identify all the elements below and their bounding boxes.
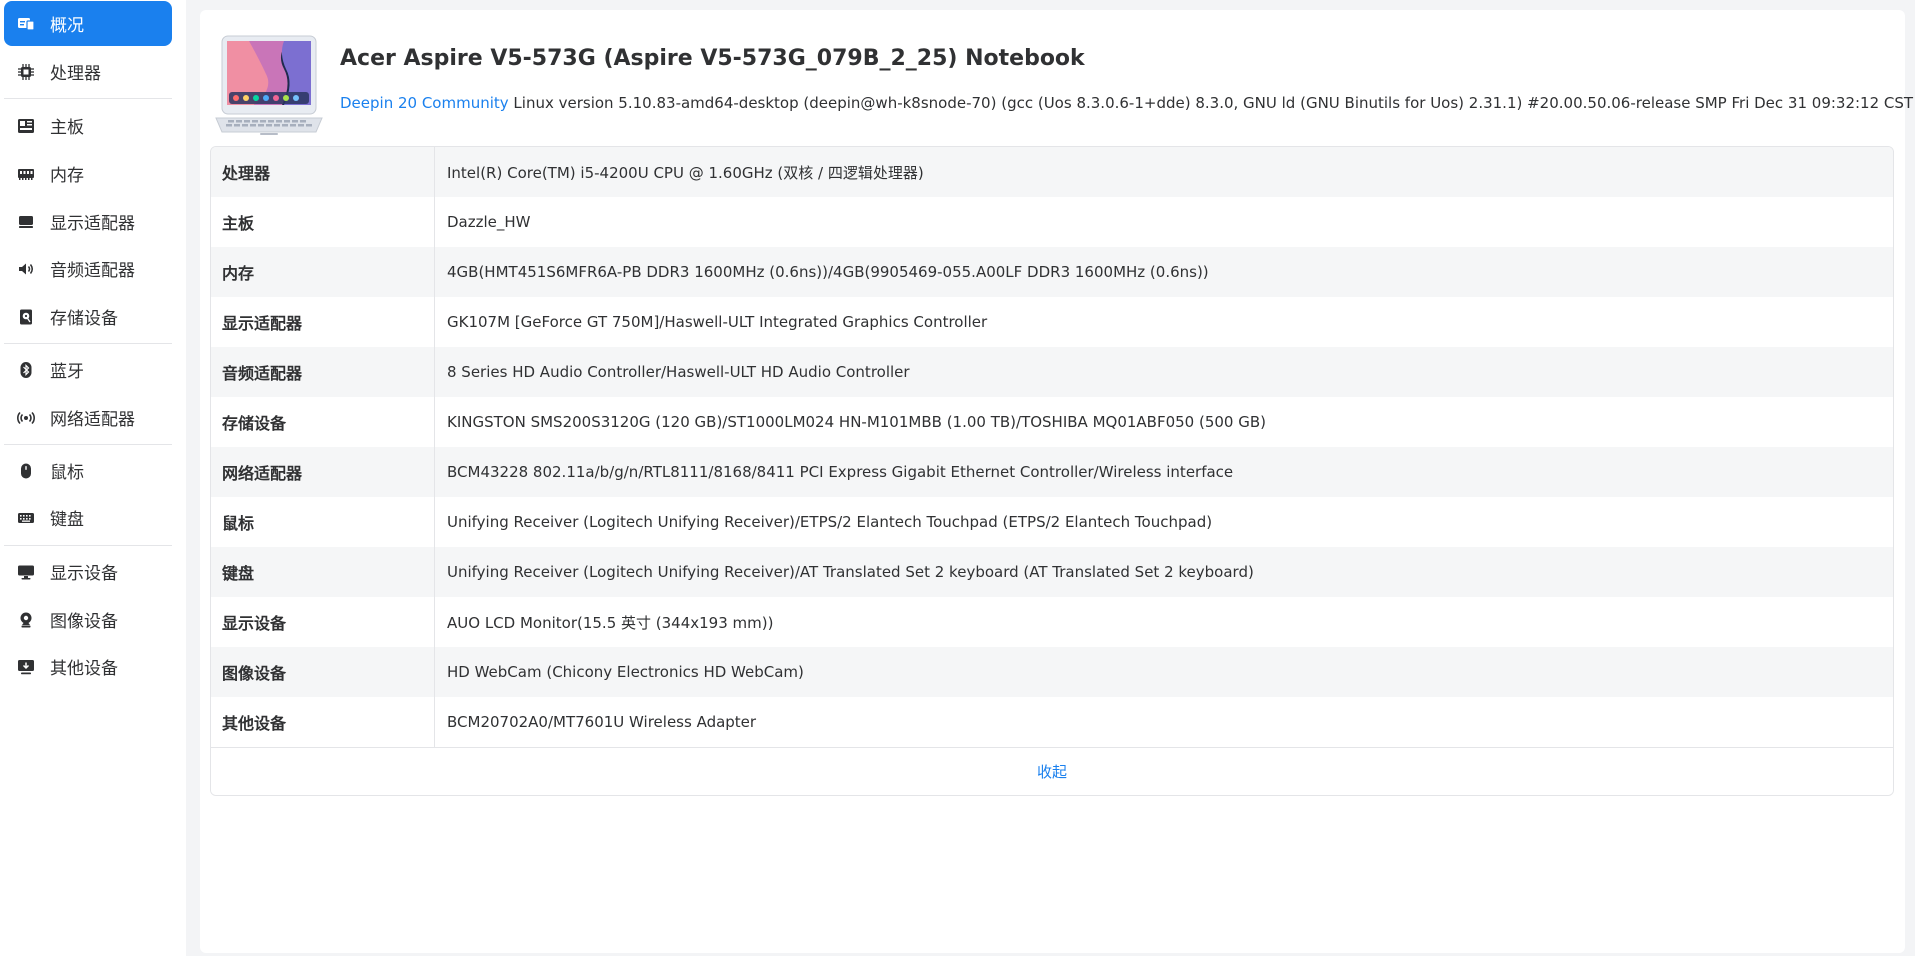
sidebar-item-label: 键盘: [50, 510, 84, 530]
sidebar-item-label: 处理器: [50, 64, 101, 84]
sidebar-item-cpu[interactable]: 处理器: [4, 49, 172, 94]
sidebar-item-label: 存储设备: [50, 309, 118, 329]
row-value: Unifying Receiver (Logitech Unifying Rec…: [447, 513, 1213, 531]
table-row: 鼠标 Unifying Receiver (Logitech Unifying …: [211, 497, 1893, 547]
row-label: 处理器: [211, 147, 435, 197]
sidebar-item-label: 鼠标: [50, 463, 84, 483]
monitor-icon: [16, 562, 36, 582]
row-value: KINGSTON SMS200S3120G (120 GB)/ST1000LM0…: [447, 413, 1267, 431]
table-row: 图像设备 HD WebCam (Chicony Electronics HD W…: [211, 647, 1893, 697]
table-row: 主板 Dazzle_HW: [211, 197, 1893, 247]
row-label: 其他设备: [211, 697, 435, 747]
row-label: 显示适配器: [211, 297, 435, 347]
sidebar-item-mouse[interactable]: 鼠标: [4, 448, 172, 493]
memory-icon: [16, 164, 36, 184]
other-device-icon: [16, 657, 36, 677]
row-label: 音频适配器: [211, 347, 435, 397]
row-value: Unifying Receiver (Logitech Unifying Rec…: [447, 563, 1254, 581]
sidebar-item-label: 主板: [50, 118, 84, 138]
sidebar-divider: [4, 545, 172, 546]
sidebar-item-motherboard[interactable]: 主板: [4, 103, 172, 148]
row-label: 显示设备: [211, 597, 435, 647]
keyboard-icon: [16, 508, 36, 528]
row-label: 存储设备: [211, 397, 435, 447]
sidebar-item-label: 蓝牙: [50, 362, 84, 382]
sidebar-divider: [4, 444, 172, 445]
sidebar-divider: [4, 98, 172, 99]
sidebar-item-label: 内存: [50, 166, 84, 186]
row-label: 键盘: [211, 547, 435, 597]
sidebar-item-imaging[interactable]: 图像设备: [4, 597, 172, 642]
sidebar-item-memory[interactable]: 内存: [4, 151, 172, 196]
cpu-icon: [16, 62, 36, 82]
sidebar: 概况 处理器 主板 内存 显示适配器 音频适配器 存储设备 蓝牙 网络适配器 鼠…: [0, 0, 186, 956]
sidebar-item-network[interactable]: 网络适配器: [4, 395, 172, 440]
os-name-link[interactable]: Deepin 20 Community: [340, 94, 509, 112]
table-row: 存储设备 KINGSTON SMS200S3120G (120 GB)/ST10…: [211, 397, 1893, 447]
row-value: 4GB(HMT451S6MFR6A-PB DDR3 1600MHz (0.6ns…: [447, 263, 1209, 281]
row-label: 内存: [211, 247, 435, 297]
row-value: HD WebCam (Chicony Electronics HD WebCam…: [447, 663, 804, 681]
sidebar-item-label: 音频适配器: [50, 261, 135, 281]
row-label: 图像设备: [211, 647, 435, 697]
network-icon: [16, 408, 36, 428]
row-value: GK107M [GeForce GT 750M]/Haswell-ULT Int…: [447, 313, 988, 331]
table-row: 其他设备 BCM20702A0/MT7601U Wireless Adapter: [211, 697, 1893, 747]
table-row: 音频适配器 8 Series HD Audio Controller/Haswe…: [211, 347, 1893, 397]
bluetooth-icon: [16, 360, 36, 380]
summary-table: 处理器 Intel(R) Core(TM) i5-4200U CPU @ 1.6…: [210, 146, 1894, 796]
table-row: 网络适配器 BCM43228 802.11a/b/g/n/RTL8111/816…: [211, 447, 1893, 497]
overview-icon: [16, 14, 36, 34]
table-row: 显示适配器 GK107M [GeForce GT 750M]/Haswell-U…: [211, 297, 1893, 347]
row-value: BCM20702A0/MT7601U Wireless Adapter: [447, 713, 757, 731]
sidebar-item-label: 网络适配器: [50, 410, 135, 430]
display-adapter-icon: [16, 212, 36, 232]
collapse-button[interactable]: 收起: [1037, 761, 1067, 782]
sidebar-divider: [4, 343, 172, 344]
table-row: 处理器 Intel(R) Core(TM) i5-4200U CPU @ 1.6…: [211, 147, 1893, 197]
webcam-icon: [16, 610, 36, 630]
sidebar-item-display-adapter[interactable]: 显示适配器: [4, 199, 172, 244]
os-info: Deepin 20 Community Linux version 5.10.8…: [340, 94, 1915, 112]
sidebar-item-label: 图像设备: [50, 612, 118, 632]
sidebar-item-label: 显示设备: [50, 564, 118, 584]
sidebar-item-keyboard[interactable]: 键盘: [4, 495, 172, 540]
sidebar-item-overview[interactable]: 概况: [4, 1, 172, 46]
sidebar-item-audio-adapter[interactable]: 音频适配器: [4, 246, 172, 291]
sidebar-item-label: 其他设备: [50, 659, 118, 679]
collapse-row: 收起: [211, 747, 1893, 795]
table-row: 显示设备 AUO LCD Monitor(15.5 英寸 (344x193 mm…: [211, 597, 1893, 647]
motherboard-icon: [16, 116, 36, 136]
device-title: Acer Aspire V5-573G (Aspire V5-573G_079B…: [340, 46, 1085, 71]
row-value: 8 Series HD Audio Controller/Haswell-ULT…: [447, 363, 910, 381]
row-label: 鼠标: [211, 497, 435, 547]
row-value: Dazzle_HW: [447, 213, 531, 231]
mouse-icon: [16, 461, 36, 481]
sidebar-item-monitor[interactable]: 显示设备: [4, 549, 172, 594]
row-label: 主板: [211, 197, 435, 247]
row-value: Intel(R) Core(TM) i5-4200U CPU @ 1.60GHz…: [447, 163, 924, 182]
sidebar-item-other-devices[interactable]: 其他设备: [4, 644, 172, 689]
storage-icon: [16, 307, 36, 327]
table-row: 内存 4GB(HMT451S6MFR6A-PB DDR3 1600MHz (0.…: [211, 247, 1893, 297]
sidebar-item-bluetooth[interactable]: 蓝牙: [4, 347, 172, 392]
speaker-icon: [16, 259, 36, 279]
row-value: BCM43228 802.11a/b/g/n/RTL8111/8168/8411…: [447, 463, 1234, 481]
sidebar-item-label: 显示适配器: [50, 214, 135, 234]
table-row: 键盘 Unifying Receiver (Logitech Unifying …: [211, 547, 1893, 597]
row-value: AUO LCD Monitor(15.5 英寸 (344x193 mm)): [447, 613, 774, 632]
row-label: 网络适配器: [211, 447, 435, 497]
sidebar-item-label: 概况: [50, 16, 84, 36]
laptop-illustration: [214, 34, 324, 138]
sidebar-item-storage[interactable]: 存储设备: [4, 294, 172, 339]
overview-panel: Acer Aspire V5-573G (Aspire V5-573G_079B…: [200, 10, 1915, 953]
kernel-info: Linux version 5.10.83-amd64-desktop (dee…: [513, 94, 1915, 112]
